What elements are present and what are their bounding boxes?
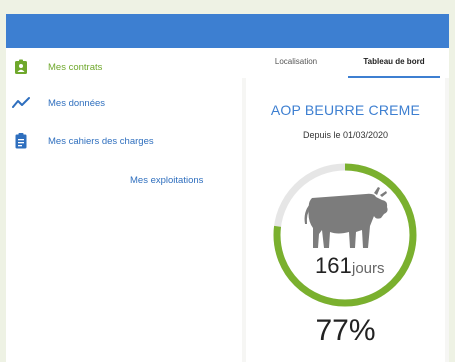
sidebar-item-cahiers[interactable]: Mes cahiers des charges [6,130,236,152]
header-bar [6,14,449,48]
days-unit: jours [351,260,385,277]
cow-icon [304,187,388,248]
sidebar-item-donnees[interactable]: Mes données [6,92,236,114]
trend-line-icon [12,97,30,108]
clipboard-icon [15,133,27,149]
tab-localisation[interactable]: Localisation [252,48,340,76]
contract-title: AOP BEURRE CREME [270,102,421,118]
contract-start-date: Depuis le 01/03/2020 [302,130,389,140]
sidebar-item-label: Mes données [48,97,106,109]
contract-badge-icon [15,59,27,74]
exploitations-link[interactable]: Mes exploitations [130,175,203,186]
app-window: Mes contrats Mes données Mes cahiers des… [6,14,449,362]
sidebar-item-contrats[interactable]: Mes contrats [6,56,236,78]
sidebar-item-label: Mes cahiers des charges [48,135,154,147]
days-value: 161 [315,253,352,278]
sidebar-item-label: Mes contrats [48,61,103,73]
tab-tableau-de-bord[interactable]: Tableau de bord [348,48,440,78]
tab-bar: Localisation Tableau de bord [242,48,449,78]
progress-percent: 77% [315,314,376,347]
progress-gauge: 161 jours [273,163,417,307]
contract-card: AOP BEURRE CREME Depuis le 01/03/2020 16… [246,78,445,362]
